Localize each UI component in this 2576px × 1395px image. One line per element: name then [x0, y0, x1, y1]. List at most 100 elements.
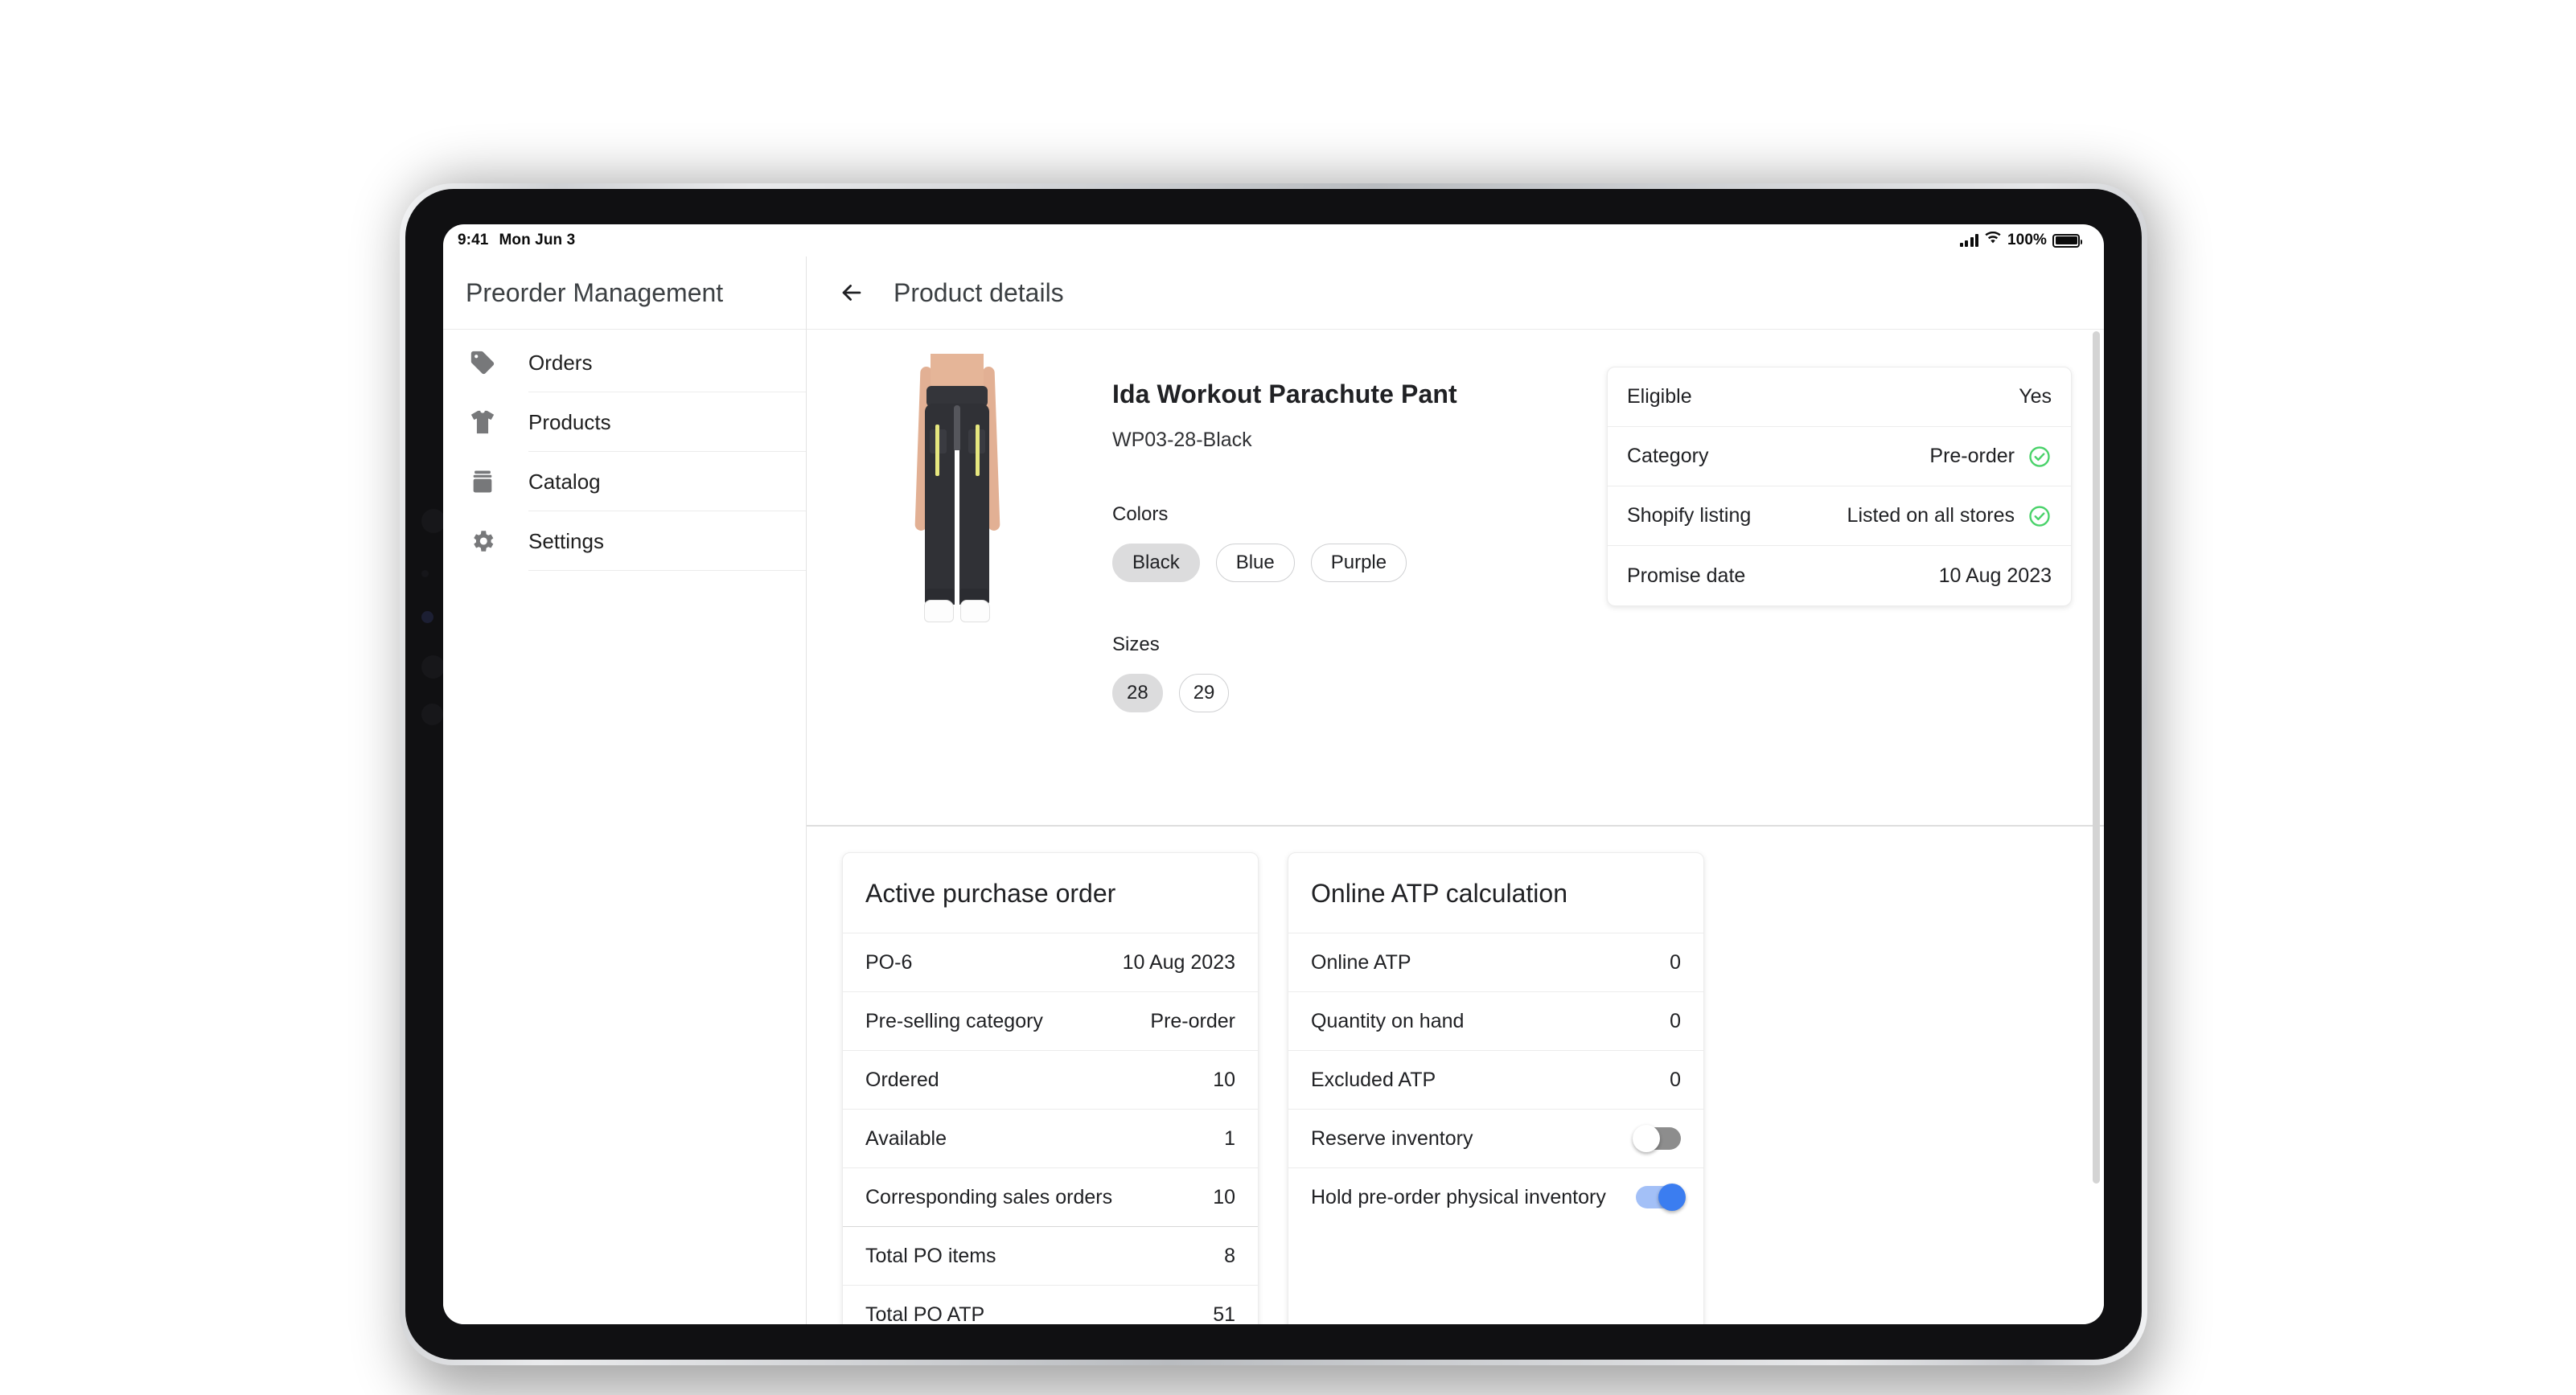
product-photo: [895, 354, 1019, 650]
row-label: Total PO items: [865, 1244, 996, 1267]
page-header: Product details: [807, 256, 2104, 330]
active-purchase-order-card: Active purchase order PO-6 10 Aug 2023 P…: [842, 852, 1259, 1324]
ambient-sensor-icon: [421, 570, 429, 577]
color-chip-black[interactable]: Black: [1112, 544, 1200, 582]
row-value: Pre-order: [1929, 445, 2015, 467]
row-label: Quantity on hand: [1311, 1009, 1465, 1032]
table-row: Total PO ATP 51: [843, 1285, 1258, 1324]
check-circle-icon: [2028, 445, 2052, 469]
row-value: 0: [1670, 1068, 1681, 1091]
sidebar-item-catalog[interactable]: Catalog: [443, 452, 806, 511]
row-value: 8: [1224, 1244, 1235, 1267]
size-chip-28[interactable]: 28: [1112, 674, 1163, 712]
check-circle-icon: [2028, 504, 2052, 528]
battery-percent-label: 100%: [2007, 232, 2047, 248]
table-row: Ordered 10: [843, 1050, 1258, 1109]
table-row: Hold pre-order physical inventory: [1288, 1167, 1703, 1226]
sidebar: Preorder Management Orders Products Cata…: [443, 256, 807, 1324]
sidebar-item-label: Orders: [528, 350, 593, 375]
app-body: Preorder Management Orders Products Cata…: [443, 256, 2104, 1324]
hold-preorder-inventory-toggle[interactable]: [1636, 1184, 1686, 1211]
page-title: Product details: [894, 277, 1064, 307]
row-value: 10 Aug 2023: [1122, 950, 1235, 974]
table-row: Available 1: [843, 1109, 1258, 1167]
row-value: 0: [1670, 1009, 1681, 1032]
product-section: Ida Workout Parachute Pant WP03-28-Black…: [807, 330, 2104, 827]
scrollbar-thumb[interactable]: [2093, 331, 2100, 1184]
status-time: 9:41: [458, 232, 489, 248]
sidebar-item-label: Products: [528, 409, 611, 434]
row-value: 10 Aug 2023: [1938, 564, 2052, 587]
size-chip-29[interactable]: 29: [1178, 674, 1230, 712]
sidebar-item-products[interactable]: Products: [443, 392, 806, 452]
row-value: 51: [1213, 1303, 1235, 1325]
table-row: Category Pre-order: [1608, 427, 2071, 486]
table-row: Total PO items 8: [843, 1226, 1258, 1285]
status-bar: 9:41 Mon Jun 3 100%: [443, 224, 2104, 256]
color-chip-blue[interactable]: Blue: [1215, 544, 1295, 582]
arrow-left-icon[interactable]: [836, 277, 868, 309]
tablet-device-frame: 9:41 Mon Jun 3 100% Preorder Management: [400, 183, 2147, 1365]
gear-icon: [464, 527, 501, 555]
vertical-scrollbar[interactable]: [2093, 330, 2100, 1324]
table-row: Excluded ATP 0: [1288, 1050, 1703, 1109]
row-label: PO-6: [865, 950, 913, 974]
row-label: Promise date: [1627, 564, 1746, 587]
device-bezel: 9:41 Mon Jun 3 100% Preorder Management: [405, 189, 2142, 1360]
row-value: 10: [1213, 1185, 1235, 1208]
table-row: Online ATP 0: [1288, 933, 1703, 991]
box-icon: [464, 468, 501, 495]
tablet-screen: 9:41 Mon Jun 3 100% Preorder Management: [443, 224, 2104, 1324]
row-label: Eligible: [1627, 385, 1692, 408]
row-label: Total PO ATP: [865, 1303, 985, 1325]
card-title: Active purchase order: [865, 879, 1116, 908]
sidebar-item-orders[interactable]: Orders: [443, 333, 806, 392]
eligibility-card: Eligible Yes Category Pre-order Shopify …: [1607, 367, 2072, 606]
row-value: Pre-order: [1150, 1009, 1235, 1032]
table-row: Quantity on hand 0: [1288, 991, 1703, 1050]
size-chips: 28 29: [1112, 674, 2069, 712]
row-label: Category: [1627, 445, 1709, 467]
status-date: Mon Jun 3: [499, 232, 576, 248]
sizes-label: Sizes: [1112, 634, 1160, 655]
card-title: Online ATP calculation: [1311, 879, 1567, 908]
row-value: 10: [1213, 1068, 1235, 1091]
table-row: Reserve inventory: [1288, 1109, 1703, 1167]
table-row: Shopify listing Listed on all stores: [1608, 486, 2071, 546]
scroll-area[interactable]: Ida Workout Parachute Pant WP03-28-Black…: [807, 330, 2104, 1324]
sidebar-item-settings[interactable]: Settings: [443, 511, 806, 571]
row-value: 0: [1670, 950, 1681, 974]
wifi-icon: [1984, 231, 2002, 249]
row-label: Reserve inventory: [1311, 1126, 1473, 1150]
cellular-bars-icon: [1959, 234, 1978, 247]
row-value: Listed on all stores: [1847, 504, 2015, 527]
table-row: Corresponding sales orders 10: [843, 1167, 1258, 1226]
row-label: Ordered: [865, 1068, 939, 1091]
front-camera-icon: [421, 509, 446, 533]
battery-full-icon: [2052, 233, 2082, 248]
cards-row: Active purchase order PO-6 10 Aug 2023 P…: [807, 827, 2104, 1324]
tag-icon: [464, 349, 501, 376]
table-row: Pre-selling category Pre-order: [843, 991, 1258, 1050]
proximity-sensor-icon: [421, 704, 443, 725]
table-row: PO-6 10 Aug 2023: [843, 933, 1258, 991]
color-chip-purple[interactable]: Purple: [1310, 544, 1407, 582]
status-indicators: 100%: [1959, 231, 2082, 249]
row-value: Yes: [2019, 385, 2052, 408]
row-label: Online ATP: [1311, 950, 1411, 974]
tshirt-icon: [464, 408, 501, 436]
sidebar-item-label: Catalog: [528, 469, 601, 494]
reserve-inventory-toggle[interactable]: [1633, 1125, 1681, 1152]
microphone-icon: [421, 655, 445, 679]
sidebar-nav: Orders Products Catalog Settings: [443, 330, 806, 571]
row-label: Pre-selling category: [865, 1009, 1043, 1032]
row-label: Shopify listing: [1627, 504, 1752, 527]
online-atp-calculation-card: Online ATP calculation Online ATP 0 Quan…: [1288, 852, 1704, 1324]
row-value: 1: [1224, 1126, 1235, 1150]
indicator-led-icon: [421, 611, 433, 623]
row-label: Available: [865, 1126, 947, 1150]
app-title: Preorder Management: [443, 256, 806, 330]
table-row: Promise date 10 Aug 2023: [1608, 546, 2071, 605]
row-label: Hold pre-order physical inventory: [1311, 1185, 1606, 1208]
row-label: Corresponding sales orders: [865, 1185, 1113, 1208]
